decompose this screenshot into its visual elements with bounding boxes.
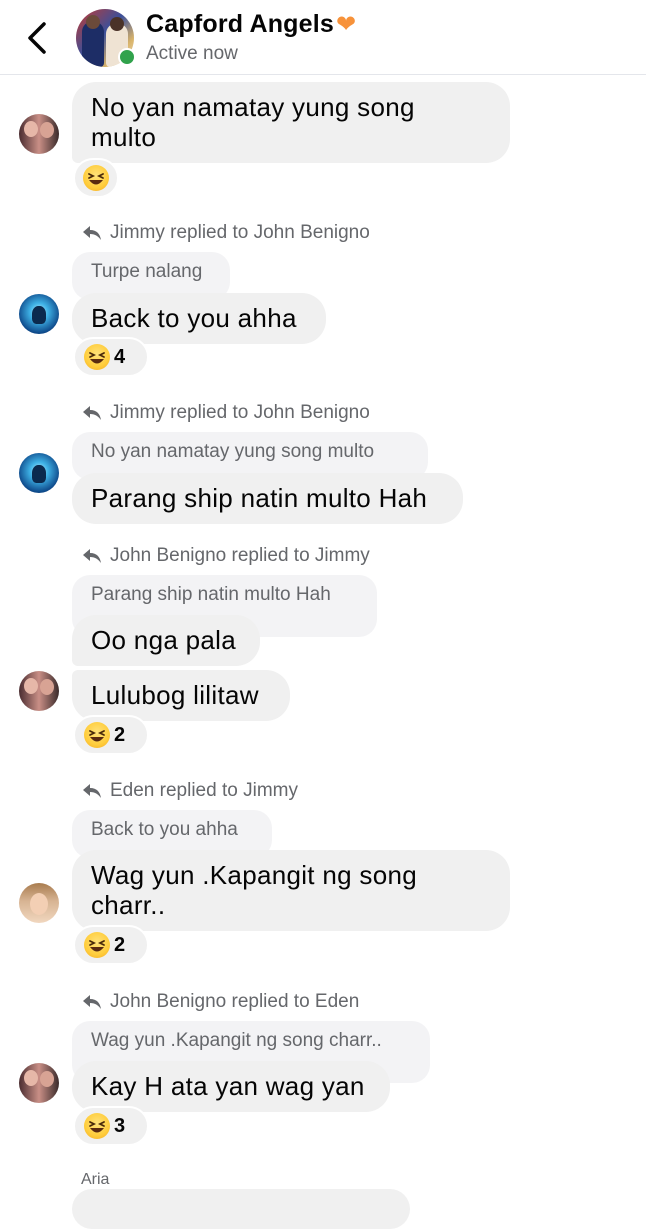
quoted-text: No yan namatay yung song multo xyxy=(91,441,375,462)
reply-indicator: Jimmy replied to John Benigno xyxy=(82,402,370,424)
quoted-text: Parang ship natin multo Hah xyxy=(91,584,331,605)
reply-label-text: Jimmy replied to John Benigno xyxy=(110,222,370,243)
quoted-text: Turpe nalang xyxy=(91,261,203,282)
message-bubble[interactable]: Back to you ahha xyxy=(72,293,326,344)
message-bubble[interactable]: Oo nga pala xyxy=(72,615,260,666)
reply-arrow-icon xyxy=(83,226,101,240)
chat-header: Capford Angels ❤ Active now xyxy=(0,0,646,75)
laughing-emoji-icon xyxy=(84,1113,110,1139)
reply-indicator: Jimmy replied to John Benigno xyxy=(82,222,370,244)
sender-avatar[interactable] xyxy=(19,294,59,334)
quoted-text: Wag yun .Kapangit ng song charr.. xyxy=(91,1030,382,1051)
chat-title[interactable]: Capford Angels ❤ xyxy=(146,10,356,39)
laughing-emoji-icon xyxy=(84,932,110,958)
message-text-line: Wag yun .Kapangit ng song xyxy=(91,860,417,890)
laughing-emoji-icon xyxy=(83,165,109,191)
message-text-line: multo xyxy=(91,122,157,152)
chat-title-text: Capford Angels xyxy=(146,10,334,38)
message-text: Lulubog lilitaw xyxy=(91,680,259,710)
message-text-line: charr.. xyxy=(91,890,166,920)
laughing-emoji-icon xyxy=(84,722,110,748)
message-bubble-partial[interactable] xyxy=(72,1189,410,1229)
laughing-emoji-icon xyxy=(84,344,110,370)
sender-avatar[interactable] xyxy=(19,1063,59,1103)
message-bubble[interactable]: Parang ship natin multo Hah xyxy=(72,473,463,524)
reply-label-text: Jimmy replied to John Benigno xyxy=(110,402,370,423)
message-bubble[interactable]: Lulubog lilitaw xyxy=(72,670,290,721)
back-button[interactable] xyxy=(20,18,54,58)
message-text: Back to you ahha xyxy=(91,303,297,333)
message-reaction[interactable] xyxy=(74,159,118,197)
reaction-count: 2 xyxy=(114,723,126,746)
message-reaction[interactable]: 2 xyxy=(74,926,148,964)
message-text: Parang ship natin multo Hah xyxy=(91,483,428,513)
reply-label-text: Eden replied to Jimmy xyxy=(110,780,298,801)
sender-avatar[interactable] xyxy=(19,883,59,923)
message-bubble[interactable]: Wag yun .Kapangit ng song charr.. xyxy=(72,850,510,931)
message-bubble[interactable]: Kay H ata yan wag yan xyxy=(72,1061,390,1112)
chevron-left-icon xyxy=(28,22,46,54)
reply-arrow-icon xyxy=(83,406,101,420)
message-text: Kay H ata yan wag yan xyxy=(91,1071,365,1101)
reaction-count: 3 xyxy=(114,1114,126,1137)
message-text-line: No yan namatay yung song xyxy=(91,92,415,122)
sender-name: Aria xyxy=(81,1171,110,1188)
sender-avatar[interactable] xyxy=(19,671,59,711)
sender-avatar[interactable] xyxy=(19,453,59,493)
reply-arrow-icon xyxy=(83,995,101,1009)
reply-indicator: John Benigno replied to Eden xyxy=(82,991,359,1013)
message-reaction[interactable]: 3 xyxy=(74,1107,148,1145)
reply-label-text: John Benigno replied to Eden xyxy=(110,991,360,1012)
quoted-text: Back to you ahha xyxy=(91,819,238,840)
reaction-count: 2 xyxy=(114,933,126,956)
reply-indicator: John Benigno replied to Jimmy xyxy=(82,545,370,567)
message-reaction[interactable]: 4 xyxy=(74,338,148,376)
reaction-count: 4 xyxy=(114,345,126,368)
orange-heart-icon: ❤ xyxy=(336,10,357,38)
reply-indicator: Eden replied to Jimmy xyxy=(82,780,298,802)
reply-arrow-icon xyxy=(83,549,101,563)
active-status: Active now xyxy=(146,43,238,64)
message-text: Oo nga pala xyxy=(91,625,236,655)
reply-arrow-icon xyxy=(83,784,101,798)
message-reaction[interactable]: 2 xyxy=(74,716,148,754)
reply-label-text: John Benigno replied to Jimmy xyxy=(110,545,370,566)
online-status-dot xyxy=(118,48,136,66)
message-bubble[interactable]: No yan namatay yung song multo xyxy=(72,82,510,163)
sender-avatar[interactable] xyxy=(19,114,59,154)
